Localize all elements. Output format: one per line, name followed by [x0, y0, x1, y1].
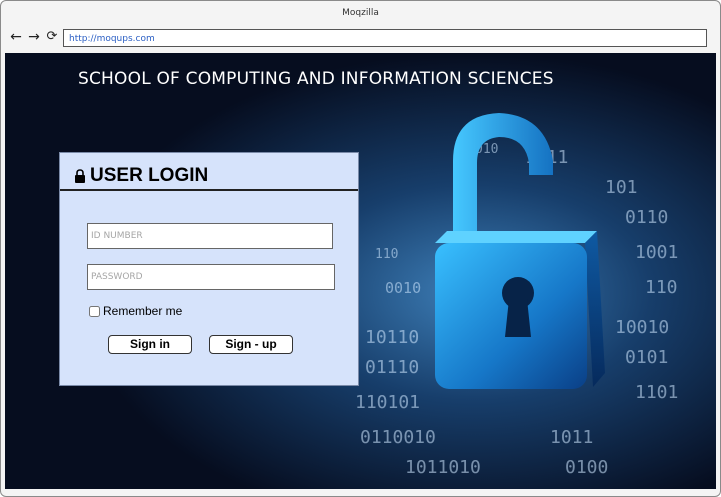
page-heading: SCHOOL OF COMPUTING AND INFORMATION SCIE…: [78, 69, 554, 89]
sign-up-button[interactable]: Sign - up: [209, 335, 293, 354]
svg-text:10010: 10010: [615, 317, 669, 338]
browser-window: Moqzilla ← → ⟳ http://moqups.com 10110 0…: [0, 0, 721, 497]
svg-text:1011010: 1011010: [405, 457, 481, 478]
sign-in-button[interactable]: Sign in: [108, 335, 192, 354]
login-title: USER LOGIN: [90, 165, 209, 186]
svg-text:01110: 01110: [365, 357, 419, 378]
id-number-input[interactable]: [87, 223, 333, 249]
svg-text:0110010: 0110010: [360, 427, 436, 448]
svg-text:0100: 0100: [565, 457, 608, 478]
svg-text:1001: 1001: [635, 242, 678, 263]
window-title: Moqzilla: [342, 8, 379, 18]
svg-text:1011: 1011: [550, 427, 593, 448]
svg-text:110: 110: [645, 277, 678, 298]
remember-me-label: Remember me: [103, 304, 183, 318]
svg-text:101: 101: [605, 177, 638, 198]
address-bar[interactable]: http://moqups.com: [63, 29, 707, 47]
svg-text:0110: 0110: [625, 207, 668, 228]
remember-me-checkbox[interactable]: [89, 305, 100, 317]
back-arrow-icon[interactable]: ←: [9, 29, 23, 45]
login-panel-header: USER LOGIN: [60, 153, 358, 191]
svg-text:10110: 10110: [365, 327, 419, 348]
svg-text:0101: 0101: [625, 347, 668, 368]
login-panel: USER LOGIN Remember me Sign in Sign - up: [59, 152, 359, 386]
forward-arrow-icon[interactable]: →: [27, 29, 41, 45]
lock-icon: [75, 169, 85, 183]
password-input[interactable]: [87, 264, 335, 290]
browser-toolbar: ← → ⟳ http://moqups.com: [1, 25, 720, 51]
svg-text:1101: 1101: [635, 382, 678, 403]
svg-text:0010: 0010: [385, 279, 421, 297]
reload-icon[interactable]: ⟳: [45, 29, 59, 45]
remember-me[interactable]: Remember me: [89, 304, 182, 318]
svg-text:110: 110: [375, 247, 398, 262]
page-content: 10110 01110 110101 0110010 1011010 1011 …: [5, 53, 716, 489]
svg-text:110101: 110101: [355, 392, 420, 413]
